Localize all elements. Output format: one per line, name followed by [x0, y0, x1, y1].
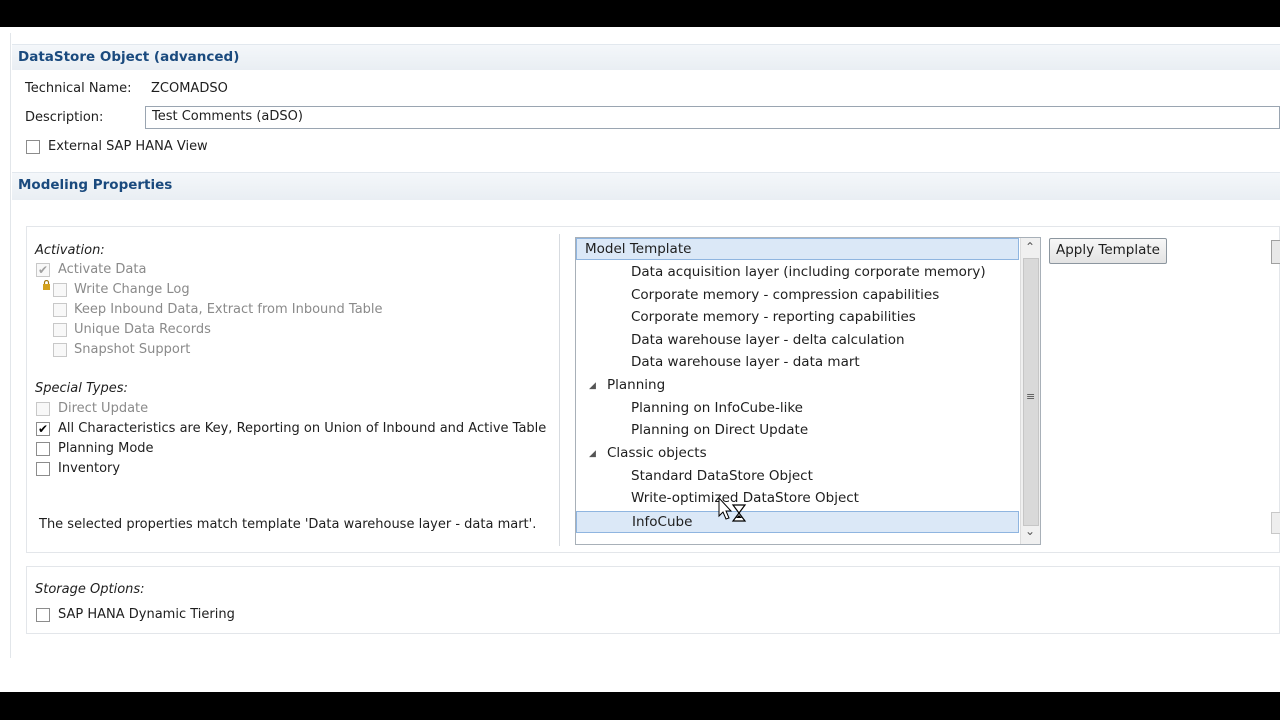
clipped-control[interactable] — [1271, 512, 1280, 534]
cursor-busy-icon — [718, 496, 748, 527]
unique-records-checkbox[interactable] — [53, 323, 67, 337]
technical-name-label: Technical Name: — [25, 81, 132, 96]
unique-records-label: Unique Data Records — [74, 322, 211, 337]
direct-update-checkbox[interactable] — [36, 402, 50, 416]
expand-triangle-icon[interactable]: ◢ — [589, 449, 596, 459]
all-characteristics-checkbox[interactable]: ✔ — [36, 422, 50, 436]
section-header-datastore[interactable]: DataStore Object (advanced) — [12, 44, 1280, 70]
keep-inbound-checkbox[interactable] — [53, 303, 67, 317]
storage-options-group — [26, 566, 1280, 634]
snapshot-support-label: Snapshot Support — [74, 342, 191, 357]
template-match-message: The selected properties match template '… — [39, 517, 537, 532]
template-item-label: Corporate memory - compression capabilit… — [631, 287, 940, 303]
section-title-datastore: DataStore Object (advanced) — [18, 49, 240, 65]
template-item-label: Model Template — [585, 241, 692, 257]
clipped-button[interactable] — [1271, 240, 1280, 264]
section-title-modeling: Modeling Properties — [18, 177, 173, 193]
write-change-log-label: Write Change Log — [74, 282, 190, 297]
scroll-up-icon[interactable]: ⌃ — [1025, 240, 1035, 254]
template-item-label: Standard DataStore Object — [631, 468, 813, 484]
all-characteristics-label: All Characteristics are Key, Reporting o… — [58, 421, 547, 436]
template-list-item[interactable]: Planning on Direct Update — [576, 420, 1019, 442]
top-black-bar — [0, 0, 1280, 27]
template-item-label: Planning on Direct Update — [631, 422, 809, 438]
template-item-label: Data warehouse layer - data mart — [631, 354, 860, 370]
template-list-item[interactable]: Standard DataStore Object — [576, 466, 1019, 488]
expand-triangle-icon[interactable]: ◢ — [589, 381, 596, 391]
external-hana-view-label: External SAP HANA View — [48, 139, 208, 154]
check-icon: ✔ — [37, 263, 49, 277]
template-list-item[interactable]: Write-optimized DataStore Object — [576, 488, 1019, 510]
template-group-row[interactable]: ◢ Classic objects — [576, 443, 1019, 465]
inventory-checkbox[interactable] — [36, 462, 50, 476]
special-types-heading: Special Types: — [35, 381, 128, 396]
template-item-label: Data warehouse layer - delta calculation — [631, 332, 905, 348]
technical-name-value: ZCOMADSO — [151, 81, 228, 96]
template-list-item[interactable]: Planning on InfoCube-like — [576, 398, 1019, 420]
activate-data-checkbox[interactable]: ✔ — [36, 263, 50, 277]
template-group-row[interactable]: ◢ Planning — [576, 375, 1019, 397]
activation-heading: Activation: — [35, 243, 105, 258]
template-list-item[interactable]: InfoCube — [576, 511, 1019, 533]
template-item-label: Planning — [607, 377, 666, 393]
inventory-label: Inventory — [58, 461, 121, 476]
section-header-modeling[interactable]: Modeling Properties — [12, 172, 1280, 200]
template-list-item[interactable]: Corporate memory - reporting capabilitie… — [576, 307, 1019, 329]
template-list-scrollbar[interactable]: ⌃ ≡ ⌄ — [1020, 238, 1040, 544]
template-item-label: Classic objects — [607, 445, 707, 461]
snapshot-support-checkbox[interactable] — [53, 343, 67, 357]
template-item-label: Planning on InfoCube-like — [631, 400, 803, 416]
template-list-item[interactable]: Data acquisition layer (including corpor… — [576, 262, 1019, 284]
scroll-grip-icon: ≡ — [1026, 390, 1036, 403]
model-template-list[interactable]: Model Template Data acquisition layer (in… — [575, 237, 1041, 545]
description-input-value: Test Comments (aDSO) — [152, 109, 303, 124]
activate-data-label: Activate Data — [58, 262, 147, 277]
description-label: Description: — [25, 110, 104, 125]
description-input[interactable]: Test Comments (aDSO) — [145, 106, 1280, 129]
planning-mode-checkbox[interactable] — [36, 442, 50, 456]
template-list-item[interactable]: Corporate memory - compression capabilit… — [576, 285, 1019, 307]
bottom-black-bar — [0, 692, 1280, 720]
apply-template-button[interactable]: Apply Template — [1049, 238, 1167, 264]
dynamic-tiering-checkbox[interactable] — [36, 608, 50, 622]
write-change-log-checkbox[interactable] — [53, 283, 67, 297]
dynamic-tiering-label: SAP HANA Dynamic Tiering — [58, 607, 235, 622]
keep-inbound-label: Keep Inbound Data, Extract from Inbound … — [74, 302, 383, 317]
template-list-item[interactable]: Data warehouse layer - data mart — [576, 352, 1019, 374]
template-item-label: InfoCube — [632, 514, 693, 530]
storage-options-heading: Storage Options: — [35, 582, 145, 597]
external-hana-view-checkbox[interactable] — [26, 140, 40, 154]
template-item-label: Corporate memory - reporting capabilitie… — [631, 309, 916, 325]
apply-template-button-label: Apply Template — [1055, 242, 1160, 258]
direct-update-label: Direct Update — [58, 401, 149, 416]
template-item-label: Data acquisition layer (including corpor… — [631, 264, 986, 280]
template-list-item[interactable]: Data warehouse layer - delta calculation — [576, 330, 1019, 352]
group-divider — [559, 234, 560, 546]
check-icon: ✔ — [37, 422, 49, 436]
scroll-down-icon[interactable]: ⌄ — [1025, 524, 1035, 538]
lock-icon — [42, 279, 51, 293]
template-list-item[interactable]: Model Template — [576, 238, 1019, 260]
editor-left-border — [10, 33, 11, 658]
planning-mode-label: Planning Mode — [58, 441, 154, 456]
